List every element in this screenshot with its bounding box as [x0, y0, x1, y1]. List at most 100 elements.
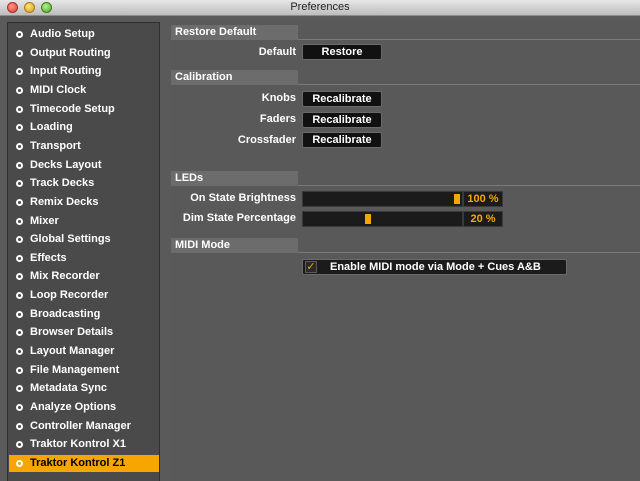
slider-handle[interactable]: [454, 194, 460, 204]
section-divider: [298, 84, 640, 85]
sidebar-item-traktor-kontrol-x1[interactable]: Traktor Kontrol X1: [9, 436, 159, 453]
enable-midi-mode-label: Enable MIDI mode via Mode + Cues A&B: [330, 261, 541, 273]
section-divider: [298, 252, 640, 253]
sidebar-item-effects[interactable]: Effects: [9, 250, 159, 267]
on-state-brightness-slider[interactable]: [302, 191, 463, 207]
window-title: Preferences: [290, 1, 350, 13]
radio-dot-icon: [16, 441, 23, 449]
knobs-label: Knobs: [261, 92, 296, 104]
section-header-midi-mode: MIDI Mode: [171, 238, 298, 253]
sidebar-item-label: Browser Details: [30, 326, 114, 339]
dim-state-percentage-value[interactable]: 20 %: [463, 211, 503, 227]
sidebar-item-layout-manager[interactable]: Layout Manager: [9, 343, 159, 360]
preferences-sidebar: Audio Setup Output Routing Input Routing MI…: [7, 22, 160, 481]
sidebar-item-analyze-options[interactable]: Analyze Options: [9, 399, 159, 416]
restore-button[interactable]: Restore: [302, 44, 382, 60]
checkbox[interactable]: ✓: [305, 261, 317, 273]
sidebar-item-metadata-sync[interactable]: Metadata Sync: [9, 380, 159, 397]
radio-dot-icon: [16, 236, 23, 244]
sidebar-item-label: Broadcasting: [30, 307, 101, 320]
minimize-window-icon[interactable]: [24, 2, 35, 13]
sidebar-item-global-settings[interactable]: Global Settings: [9, 231, 159, 248]
sidebar-item-label: Traktor Kontrol X1: [30, 438, 126, 451]
radio-dot-icon: [16, 86, 23, 94]
sidebar-item-timecode-setup[interactable]: Timecode Setup: [9, 101, 159, 118]
on-state-brightness-value[interactable]: 100 %: [463, 191, 503, 207]
sidebar-item-remix-decks[interactable]: Remix Decks: [9, 194, 159, 211]
radio-dot-icon: [16, 273, 23, 281]
radio-dot-icon: [16, 292, 23, 300]
sidebar-item-audio-setup[interactable]: Audio Setup: [9, 26, 159, 43]
sidebar-item-loading[interactable]: Loading: [9, 119, 159, 136]
sidebar-item-label: Remix Decks: [30, 195, 99, 208]
radio-dot-icon: [16, 385, 23, 393]
sidebar-item-label: Audio Setup: [30, 28, 95, 40]
sidebar-item-label: Timecode Setup: [30, 102, 115, 115]
radio-dot-icon: [16, 198, 23, 206]
radio-dot-icon: [16, 68, 23, 76]
radio-dot-icon: [16, 49, 23, 57]
faders-label: Faders: [259, 113, 296, 125]
sidebar-item-output-routing[interactable]: Output Routing: [9, 45, 159, 62]
radio-dot-icon: [16, 348, 23, 356]
section-header-calibration: Calibration: [171, 70, 298, 85]
sidebar-item-label: Layout Manager: [30, 345, 115, 358]
sidebar-item-controller-manager[interactable]: Controller Manager: [9, 418, 159, 435]
radio-dot-icon: [16, 310, 23, 318]
sidebar-item-file-management[interactable]: File Management: [9, 362, 159, 379]
slider-handle[interactable]: [364, 214, 371, 224]
sidebar-item-loop-recorder[interactable]: Loop Recorder: [9, 287, 159, 304]
radio-dot-icon: [16, 254, 23, 262]
section-header-restore-default: Restore Default: [171, 25, 298, 40]
close-window-icon[interactable]: [7, 2, 18, 13]
sidebar-item-decks-layout[interactable]: Decks Layout: [9, 157, 159, 174]
sidebar-item-label: MIDI Clock: [30, 83, 87, 96]
sidebar-item-label: Input Routing: [30, 65, 102, 78]
section-divider: [298, 185, 640, 186]
zoom-window-icon[interactable]: [41, 2, 52, 13]
radio-dot-icon: [16, 404, 23, 411]
sidebar-item-mix-recorder[interactable]: Mix Recorder: [9, 268, 159, 285]
sidebar-item-label: Mixer: [30, 214, 59, 227]
radio-dot-icon: [16, 105, 23, 113]
sidebar-item-label: Output Routing: [30, 46, 111, 59]
sidebar-item-browser-details[interactable]: Browser Details: [9, 324, 159, 341]
sidebar-item-midi-clock[interactable]: MIDI Clock: [9, 82, 159, 99]
sidebar-item-mixer[interactable]: Mixer: [9, 213, 159, 230]
sidebar-item-label: Traktor Kontrol Z1: [30, 456, 126, 469]
radio-dot-icon: [16, 459, 23, 467]
crossfader-label: Crossfader: [237, 134, 296, 146]
recalibrate-crossfader-button[interactable]: Recalibrate: [302, 132, 382, 148]
on-state-brightness-label: On State Brightness: [190, 192, 296, 204]
sidebar-item-label: Decks Layout: [30, 158, 102, 171]
sidebar-item-label: Analyze Options: [30, 401, 117, 413]
radio-dot-icon: [16, 161, 23, 169]
section-header-leds: LEDs: [171, 171, 298, 186]
recalibrate-knobs-button[interactable]: Recalibrate: [302, 91, 382, 107]
radio-dot-icon: [16, 31, 23, 38]
dim-state-percentage-slider[interactable]: [302, 211, 463, 227]
radio-dot-icon: [16, 180, 23, 188]
radio-dot-icon: [16, 217, 23, 225]
sidebar-item-label: Global Settings: [30, 233, 111, 246]
radio-dot-icon: [16, 124, 23, 132]
sidebar-item-transport[interactable]: Transport: [9, 138, 159, 155]
sidebar-item-label: Loading: [30, 121, 73, 134]
default-label: Default: [258, 46, 296, 58]
radio-dot-icon: [16, 142, 23, 150]
title-bar: Preferences: [0, 0, 640, 16]
radio-dot-icon: [16, 366, 23, 374]
enable-midi-mode-toggle[interactable]: ✓ Enable MIDI mode via Mode + Cues A&B: [302, 259, 567, 275]
preferences-main-panel: Restore Default Default Restore Calibrat…: [171, 22, 640, 481]
recalibrate-faders-button[interactable]: Recalibrate: [302, 112, 382, 128]
sidebar-item-label: Metadata Sync: [30, 382, 108, 395]
sidebar-item-traktor-kontrol-z1[interactable]: Traktor Kontrol Z1: [9, 454, 159, 472]
sidebar-item-label: Controller Manager: [30, 419, 131, 432]
sidebar-item-label: File Management: [30, 363, 120, 376]
dim-state-percentage-label: Dim State Percentage: [182, 212, 296, 224]
radio-dot-icon: [16, 422, 23, 430]
sidebar-item-track-decks[interactable]: Track Decks: [9, 175, 159, 192]
sidebar-item-input-routing[interactable]: Input Routing: [9, 63, 159, 80]
sidebar-item-broadcasting[interactable]: Broadcasting: [9, 306, 159, 323]
section-divider: [298, 39, 640, 40]
